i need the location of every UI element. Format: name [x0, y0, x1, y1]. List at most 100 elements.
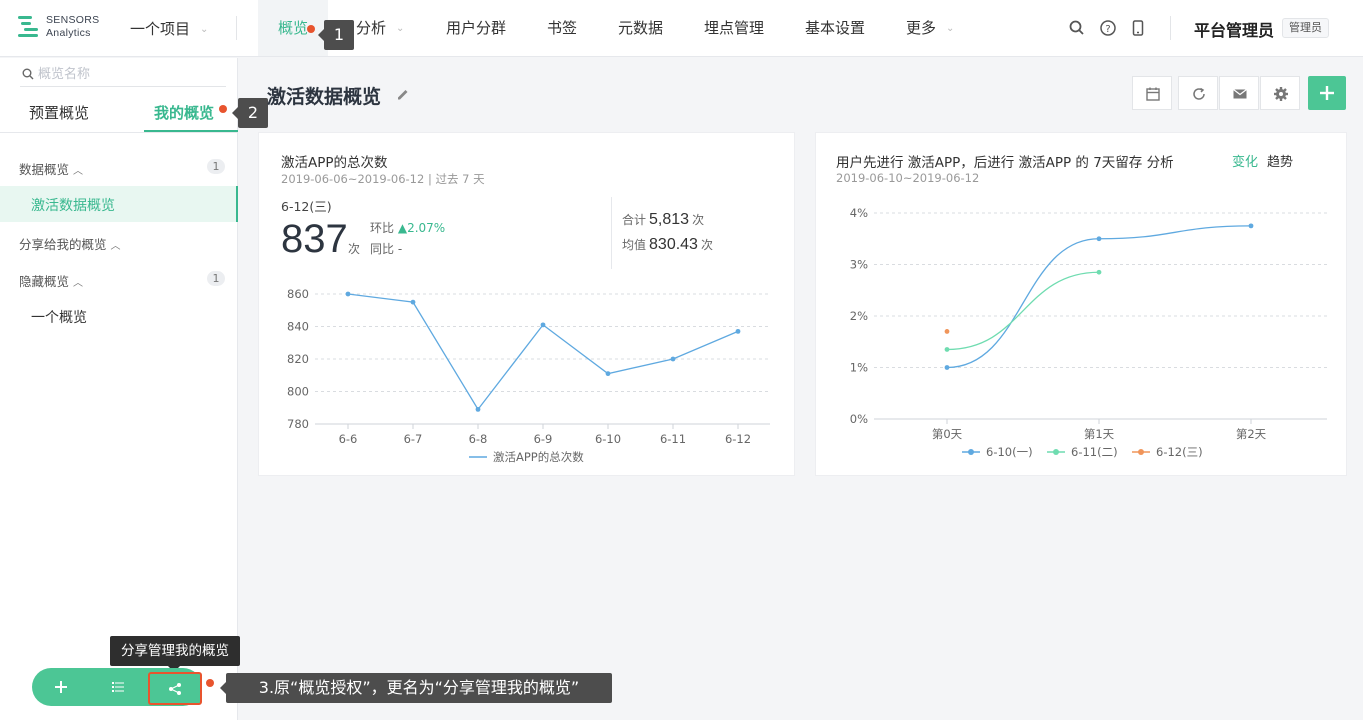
nav-metadata-label: 元数据	[618, 19, 664, 37]
group-label: 隐藏概览	[19, 274, 70, 289]
nav-user-segments[interactable]: 用户分群	[446, 0, 506, 56]
data-point	[475, 406, 481, 412]
series-line	[946, 225, 1252, 369]
divider	[611, 197, 612, 269]
legend-label: 6-10(一)	[986, 445, 1033, 459]
nav-bookmarks[interactable]: 书签	[547, 0, 577, 56]
overview-search-input[interactable]	[38, 63, 218, 85]
data-point	[540, 322, 546, 328]
nav-analysis[interactable]: 分析 ⌄	[356, 0, 404, 56]
search-icon[interactable]	[1068, 19, 1086, 37]
chevron-down-icon: ⌄	[396, 22, 405, 34]
y-tick-label: 3%	[850, 258, 868, 272]
data-point	[670, 356, 676, 362]
project-selector[interactable]: 一个项目 ⌄	[130, 18, 208, 39]
logo-text: SENSORS Analytics	[46, 14, 99, 40]
data-point	[345, 291, 351, 297]
y-tick-label: 2%	[850, 309, 868, 323]
mail-icon	[1233, 89, 1247, 99]
role-badge: 管理员	[1282, 18, 1329, 38]
refresh-button[interactable]	[1178, 76, 1218, 110]
nav-tracking[interactable]: 埋点管理	[704, 0, 764, 56]
mail-button[interactable]	[1219, 76, 1259, 110]
toggle-change[interactable]: 变化	[1232, 151, 1258, 170]
nav-settings[interactable]: 基本设置	[805, 0, 865, 56]
group-data-overview[interactable]: 数据概览 ︿	[19, 159, 83, 178]
top-navigation-bar: SENSORS Analytics 一个项目 ⌄ 概览 分析 ⌄ 用户分群 书签 元…	[0, 0, 1363, 57]
logo-line2: Analytics	[46, 27, 91, 39]
nav-metadata[interactable]: 元数据	[618, 0, 663, 56]
manage-list-button[interactable]	[98, 668, 138, 706]
sensors-logo[interactable]: SENSORS Analytics	[18, 14, 108, 44]
tab-preset-overview[interactable]: 预置概览	[29, 102, 89, 123]
chevron-up-icon: ︿	[73, 278, 84, 289]
data-point	[605, 371, 611, 377]
annotation-tag-1: 1	[318, 20, 354, 50]
divider	[236, 16, 237, 40]
mobile-icon[interactable]	[1129, 19, 1147, 37]
group-hidden-overview[interactable]: 隐藏概览 ︿	[19, 271, 83, 290]
sidebar-item-label: 激活数据概览	[31, 198, 115, 214]
chevron-up-icon: ︿	[110, 241, 121, 252]
calendar-icon	[1146, 87, 1160, 101]
activation-line-chart: 860 840 820 800 780 6-6 6-7 6-8 6-9 6-10 6-11 6-12 激…	[287, 287, 770, 464]
card-title[interactable]: 激活APP的总次数	[281, 151, 388, 171]
help-icon[interactable]: ?	[1099, 19, 1117, 37]
data-point	[944, 365, 950, 370]
edit-icon[interactable]	[396, 87, 410, 101]
legend-marker	[1053, 449, 1059, 455]
series-line	[347, 293, 739, 411]
nav-bookmarks-label: 书签	[547, 19, 578, 37]
y-tick-label: 4%	[850, 206, 868, 220]
chevron-up-icon: ︿	[73, 166, 84, 177]
share-icon	[169, 683, 181, 695]
legend-marker	[1138, 449, 1144, 455]
card-subtitle: 2019-06-06~2019-06-12 | 过去 7 天	[281, 172, 485, 186]
sidebar-item-an-overview[interactable]: 一个概览	[31, 307, 87, 327]
legend-label: 6-12(三)	[1156, 445, 1203, 459]
current-value: 837	[281, 217, 348, 261]
x-tick-label: 6-11	[660, 432, 686, 446]
annotation-dot	[219, 105, 227, 113]
settings-button[interactable]	[1260, 76, 1300, 110]
sensors-logo-icon	[18, 16, 38, 37]
card-title[interactable]: 用户先进行 激活APP，后进行 激活APP 的 7天留存 分析	[836, 151, 1174, 171]
plus-icon	[1320, 86, 1334, 100]
x-tick-label: 6-6	[339, 432, 358, 446]
nav-overview-label: 概览	[278, 19, 309, 37]
x-tick-label: 6-8	[469, 432, 488, 446]
annotation-dot	[307, 25, 315, 33]
page-title: 激活数据概览	[267, 86, 382, 108]
x-tick-label: 第1天	[1084, 427, 1115, 441]
nav-overview[interactable]: 概览	[258, 0, 329, 56]
share-manage-button[interactable]	[148, 672, 202, 705]
group-shared-with-me[interactable]: 分享给我的概览 ︿	[19, 234, 121, 253]
group-label: 数据概览	[19, 162, 70, 177]
data-point	[1096, 236, 1102, 242]
tab-my-overview[interactable]: 我的概览	[154, 102, 214, 123]
total-stat: 合计 5,813 次	[622, 211, 704, 229]
y-tick-label: 1%	[850, 361, 868, 375]
nav-settings-label: 基本设置	[805, 19, 866, 37]
yoy-change: 同比 -	[370, 242, 403, 256]
add-overview-button[interactable]	[41, 668, 81, 706]
y-tick-label: 780	[287, 417, 309, 431]
mom-change: 环比 ▲2.07%	[370, 219, 445, 236]
add-widget-button[interactable]	[1308, 76, 1346, 110]
group-label: 分享给我的概览	[19, 237, 107, 252]
sidebar-item-activation-overview[interactable]: 激活数据概览	[0, 186, 238, 222]
plus-icon	[55, 681, 67, 693]
chevron-down-icon: ⌄	[200, 24, 209, 35]
toggle-trend[interactable]: 趋势	[1267, 151, 1293, 170]
divider	[1170, 16, 1171, 40]
x-tick-label: 第2天	[1236, 427, 1267, 441]
x-tick-label: 6-9	[534, 432, 553, 446]
nav-tracking-label: 埋点管理	[704, 19, 765, 37]
legend-label: 6-11(二)	[1071, 445, 1118, 459]
user-name[interactable]: 平台管理员	[1194, 17, 1274, 41]
list-icon	[112, 682, 124, 692]
avg-unit: 次	[700, 238, 713, 252]
total-value: 5,813	[649, 211, 690, 228]
nav-more[interactable]: 更多 ⌄	[906, 0, 954, 56]
date-range-button[interactable]	[1132, 76, 1172, 110]
